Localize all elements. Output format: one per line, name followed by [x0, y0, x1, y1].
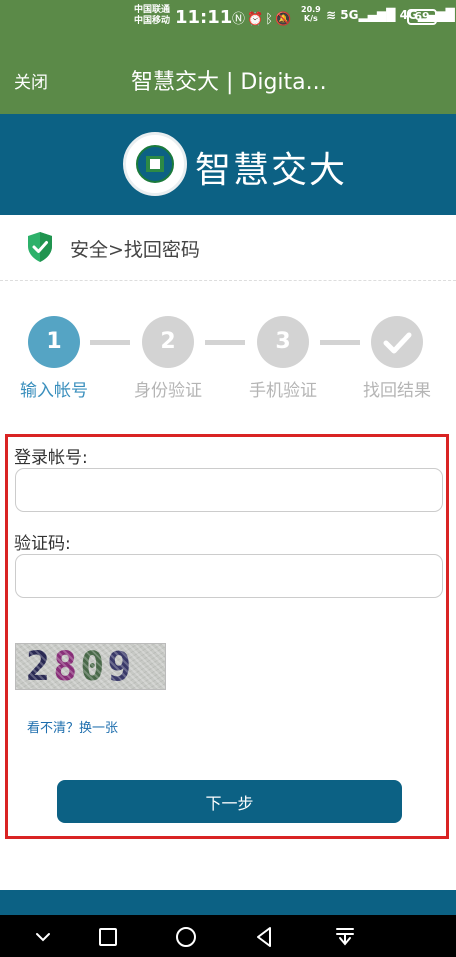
signal-5g-icon: 5G▂▄▆█ [340, 8, 396, 22]
logo-mark [146, 156, 164, 172]
recent-apps-icon[interactable] [94, 923, 122, 951]
alarm-icon: ⏰ [247, 12, 266, 27]
nfc-icon: Ⓝ [232, 12, 248, 27]
step-label: 输入帐号 [20, 381, 88, 401]
progress-steps: 1 输入帐号 2 身份验证 3 手机验证 找回结果 [0, 316, 456, 416]
notification-pull-icon[interactable] [331, 923, 359, 951]
brand-name: 智慧交大 [195, 150, 348, 191]
step-label: 找回结果 [363, 381, 431, 401]
wifi-icon: ≋ [326, 8, 337, 22]
carrier-info: 中国联通 中国移动 [134, 5, 170, 27]
step-result: 找回结果 [352, 316, 442, 401]
step-check [371, 316, 423, 368]
captcha-noise [16, 644, 165, 689]
battery-icon: 69 [407, 9, 440, 25]
account-input[interactable] [15, 468, 443, 512]
university-logo [123, 132, 187, 196]
step-input-account: 1 输入帐号 [9, 316, 99, 401]
bluetooth-icon: ᛒ [265, 12, 276, 27]
mute-icon: 🔕 [275, 12, 294, 27]
breadcrumb-text: 安全>找回密码 [70, 239, 200, 261]
net-speed-value: 20.9 [301, 5, 321, 14]
home-icon[interactable] [172, 923, 200, 951]
net-speed-unit: K/s [303, 14, 318, 23]
captcha-image[interactable]: 2809 [15, 643, 166, 690]
captcha-label: 验证码: [14, 534, 71, 554]
step-phone-verify: 3 手机验证 [238, 316, 328, 401]
net-speed: 20.9 K/s [301, 5, 321, 23]
back-icon[interactable] [251, 923, 279, 951]
check-icon [383, 332, 412, 354]
chevron-down-icon[interactable] [29, 923, 57, 951]
close-button[interactable]: 关闭 [14, 68, 48, 93]
system-nav-bar [0, 915, 456, 957]
shield-icon [28, 232, 52, 262]
status-bar: 中国联通 中国移动 11:11 Ⓝ⏰ᛒ🔕 20.9 K/s ≋ 5G▂▄▆█ 4… [0, 0, 456, 36]
carrier-secondary: 中国移动 [134, 16, 171, 26]
logo-emblem [136, 145, 174, 183]
breadcrumb: 安全>找回密码 [0, 215, 456, 281]
step-number: 1 [28, 316, 80, 368]
status-icons: Ⓝ⏰ᛒ🔕 [232, 8, 293, 27]
footer-band [0, 890, 456, 915]
page-title: 智慧交大 | Digita... [131, 70, 326, 95]
step-identity-verify: 2 身份验证 [123, 316, 213, 401]
status-time: 11:11 [175, 7, 233, 28]
next-step-button[interactable]: 下一步 [57, 780, 402, 823]
step-number: 3 [257, 316, 309, 368]
brand-header: 智慧交大 [0, 114, 456, 215]
refresh-captcha-link[interactable]: 看不清？换一张 [27, 717, 118, 736]
recovery-form: 登录帐号: 验证码: 2809 看不清？换一张 下一步 [5, 434, 449, 839]
carrier-primary: 中国联通 [134, 5, 171, 15]
step-label: 身份验证 [134, 381, 202, 401]
account-label: 登录帐号: [14, 448, 88, 468]
captcha-input[interactable] [15, 554, 443, 598]
step-label: 手机验证 [249, 381, 317, 401]
step-number: 2 [142, 316, 194, 368]
app-bar: 关闭 智慧交大 | Digita... [0, 36, 456, 114]
